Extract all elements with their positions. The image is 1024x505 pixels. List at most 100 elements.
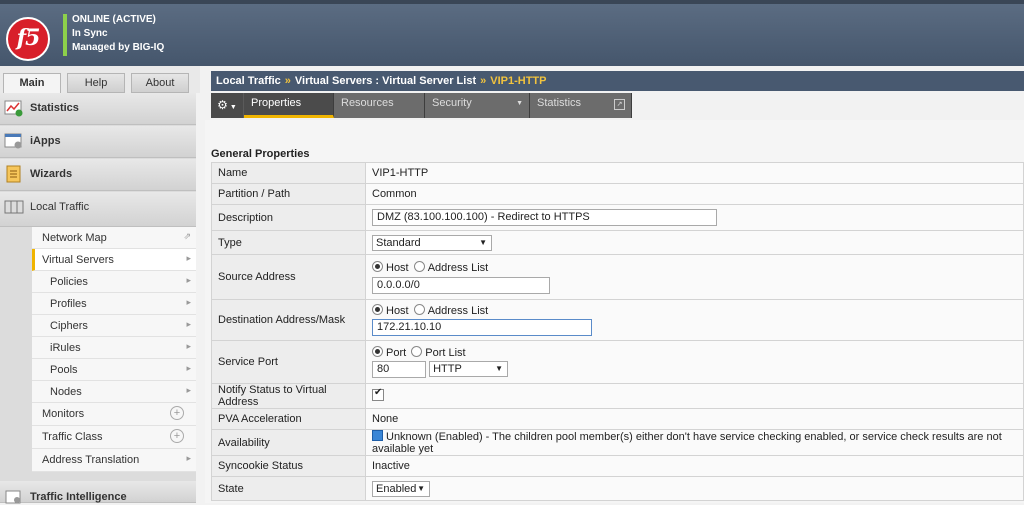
chevron-right-icon: ▸ xyxy=(186,319,191,329)
destination-host-radio[interactable] xyxy=(372,304,383,315)
sidebar-label: Policies xyxy=(50,276,88,288)
source-label: Source Address xyxy=(211,254,366,300)
local-traffic-icon xyxy=(4,200,24,214)
add-icon[interactable]: + xyxy=(170,429,184,443)
f5-logo[interactable]: f5 xyxy=(6,17,50,61)
add-icon[interactable]: + xyxy=(170,406,184,420)
tab-help[interactable]: Help xyxy=(67,73,125,93)
source-address-input[interactable]: 0.0.0.0/0 xyxy=(372,276,550,294)
status-sync[interactable]: In Sync xyxy=(63,28,164,42)
destination-address-list-radio[interactable] xyxy=(413,304,425,315)
service-port-protocol-select[interactable]: HTTP ▼ xyxy=(429,361,509,378)
sidebar-item-traffic-intelligence[interactable]: Traffic Intelligence xyxy=(0,481,196,504)
sidebar-label: Profiles xyxy=(50,298,87,310)
source-host-radio[interactable] xyxy=(372,260,383,272)
sidebar-item-nodes[interactable]: Nodes ▸ xyxy=(32,381,196,403)
service-port-input[interactable]: 80 xyxy=(372,361,426,378)
chevron-down-icon: ▼ xyxy=(495,364,504,374)
chevron-right-icon: ▸ xyxy=(186,453,191,463)
sidebar-label-local-traffic: Local Traffic xyxy=(30,201,90,213)
sidebar-item-ciphers[interactable]: Ciphers ▸ xyxy=(32,315,196,337)
tab-resources[interactable]: Resources xyxy=(334,93,425,118)
type-select[interactable]: Standard ▼ xyxy=(372,234,492,251)
sidebar-item-iapps[interactable]: iApps xyxy=(0,126,196,158)
sidebar-item-network-map[interactable]: Network Map ⇗ xyxy=(32,227,196,249)
chevron-right-icon: ▸ xyxy=(186,363,191,373)
port-list-radio-label: Port List xyxy=(425,347,466,359)
sidebar-label: Pools xyxy=(50,364,78,376)
chevron-down-icon: ▼ xyxy=(516,100,523,107)
status-online: ONLINE (ACTIVE) xyxy=(63,14,164,28)
breadcrumb-separator: » xyxy=(480,75,487,87)
sidebar-item-policies[interactable]: Policies ▸ xyxy=(32,271,196,293)
sidebar-item-virtual-servers[interactable]: Virtual Servers ▸ xyxy=(32,249,196,271)
statistics-icon xyxy=(4,100,23,117)
row-pva: PVA Acceleration None xyxy=(211,408,1024,430)
notify-checkbox[interactable] xyxy=(372,387,384,401)
wizards-icon xyxy=(6,165,21,183)
source-address-list-label: Address List xyxy=(427,261,489,274)
breadcrumb-virtual-servers[interactable]: Virtual Servers : Virtual Server List xyxy=(295,75,476,87)
chevron-right-icon: ▸ xyxy=(186,253,191,263)
row-name: Name VIP1-HTTP xyxy=(211,162,1024,184)
sidebar-label: Ciphers xyxy=(50,320,88,332)
tab-security[interactable]: Security ▼ xyxy=(425,93,530,118)
destination-host-label: Host xyxy=(386,305,409,317)
chevron-right-icon: ▸ xyxy=(186,297,191,307)
row-state: State Enabled ▼ xyxy=(211,476,1024,501)
row-partition: Partition / Path Common xyxy=(211,183,1024,205)
availability-value: Unknown (Enabled) - The children pool me… xyxy=(372,431,1002,455)
gear-icon[interactable]: ⚙ ▼ xyxy=(211,93,243,118)
sidebar-label: iRules xyxy=(50,342,81,354)
state-label: State xyxy=(211,476,366,501)
breadcrumb-current: VIP1-HTTP xyxy=(490,75,547,87)
row-availability: Availability Unknown (Enabled) - The chi… xyxy=(211,429,1024,456)
protocol-select-value: HTTP xyxy=(433,363,462,376)
chevron-right-icon: ▸ xyxy=(186,341,191,351)
chevron-right-icon: ▸ xyxy=(186,385,191,395)
port-radio[interactable] xyxy=(372,346,383,357)
partition-value: Common xyxy=(365,183,1024,205)
sidebar-label: Address Translation xyxy=(42,454,140,466)
sidebar-item-traffic-class[interactable]: Traffic Class + xyxy=(32,426,196,449)
chevron-down-icon: ▼ xyxy=(479,237,487,247)
tab-properties[interactable]: Properties xyxy=(244,93,334,118)
state-select[interactable]: Enabled ▼ xyxy=(372,480,430,497)
properties-table: Name VIP1-HTTP Partition / Path Common D… xyxy=(211,162,1024,501)
row-destination: Destination Address/Mask Host Address Li… xyxy=(211,299,1024,341)
sidebar-label-wizards: Wizards xyxy=(30,168,73,180)
sidebar-item-local-traffic[interactable]: Local Traffic xyxy=(0,192,196,227)
sidebar-item-irules[interactable]: iRules ▸ xyxy=(32,337,196,359)
tab-main[interactable]: Main xyxy=(3,73,61,94)
sidebar-label: Monitors xyxy=(42,408,85,420)
sidebar-label: Traffic Class xyxy=(42,431,103,443)
syncookie-value: Inactive xyxy=(365,455,1024,477)
sidebar-label-statistics: Statistics xyxy=(30,102,79,114)
destination-address-input[interactable]: 172.21.10.10 xyxy=(372,319,592,336)
sidebar-item-monitors[interactable]: Monitors + xyxy=(32,403,196,426)
row-notify: Notify Status to Virtual Address xyxy=(211,383,1024,409)
name-label: Name xyxy=(211,162,366,184)
sidebar-item-wizards[interactable]: Wizards xyxy=(0,159,196,191)
sidebar-item-profiles[interactable]: Profiles ▸ xyxy=(32,293,196,315)
source-address-list-radio[interactable] xyxy=(413,260,425,272)
sidebar-label-iapps: iApps xyxy=(30,135,61,147)
tab-statistics[interactable]: Statistics ↗ xyxy=(530,93,632,118)
availability-label: Availability xyxy=(211,429,366,456)
row-service-port: Service Port Port Port List 80 HTTP ▼ xyxy=(211,340,1024,384)
breadcrumb: Local Traffic » Virtual Servers : Virtual … xyxy=(211,71,1024,91)
chevron-right-icon: ▸ xyxy=(186,275,191,285)
breadcrumb-local-traffic[interactable]: Local Traffic xyxy=(216,75,281,87)
description-input[interactable]: DMZ (83.100.100.100) - Redirect to HTTPS xyxy=(372,209,717,226)
sidebar-item-pools[interactable]: Pools ▸ xyxy=(32,359,196,381)
name-value: VIP1-HTTP xyxy=(365,162,1024,184)
chevron-down-icon: ▼ xyxy=(229,104,237,111)
sidebar-item-address-translation[interactable]: Address Translation ▸ xyxy=(32,449,196,472)
port-radio-label: Port xyxy=(386,347,407,359)
port-list-radio[interactable] xyxy=(411,346,423,357)
sidebar-item-statistics[interactable]: Statistics xyxy=(0,93,196,125)
top-banner: f5 ONLINE (ACTIVE) In Sync Managed by BI… xyxy=(0,0,1024,66)
section-title: General Properties xyxy=(211,148,310,160)
row-source-address: Source Address Host Address List 0.0.0.0… xyxy=(211,254,1024,300)
tab-about[interactable]: About xyxy=(131,73,189,93)
